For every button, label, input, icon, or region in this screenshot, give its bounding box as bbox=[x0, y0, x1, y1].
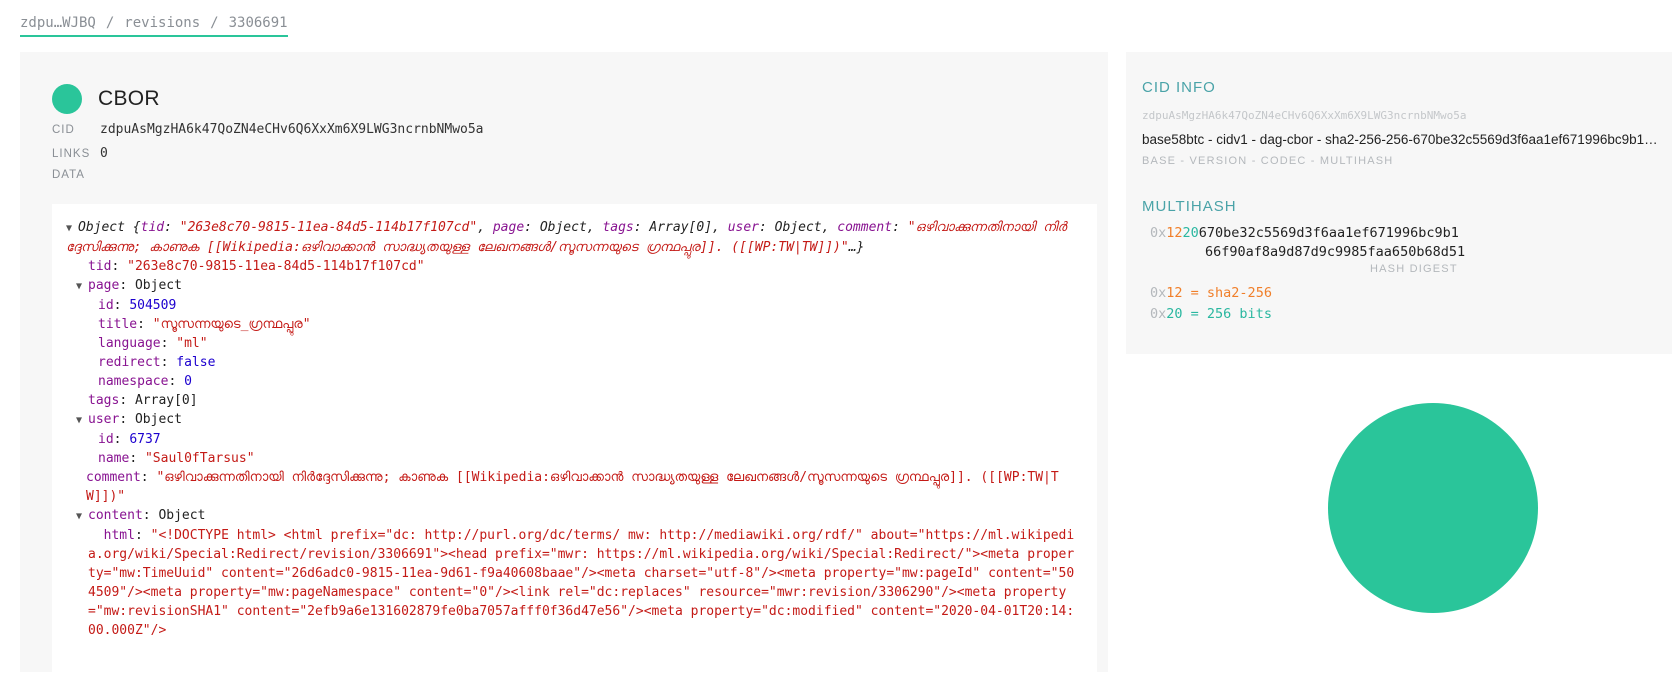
expand-arrow-icon[interactable]: ▼ bbox=[66, 219, 78, 238]
tree-comment-entry: comment: "ഒഴിവാക്കുന്നതിനായി നിർദ്ദേസിക്… bbox=[86, 470, 1059, 504]
cid-label: CID bbox=[52, 124, 75, 136]
hash-digest-caption: HASH DIGEST bbox=[1370, 263, 1458, 275]
multihash-code-row: 0x12 = sha2-256 bbox=[1150, 285, 1272, 301]
multihash-line-2: 66f90af8a9d87d9c9985faa650b68d51 bbox=[1205, 244, 1466, 260]
breadcrumb-separator: / bbox=[210, 15, 219, 31]
cid-row: CID zdpuAsMgzHA6k47QoZN4eCHv6Q6XxXm6X9LW… bbox=[52, 122, 484, 137]
codec-dot-icon bbox=[52, 84, 82, 114]
multihash-length-row: 0x20 = 256 bits bbox=[1150, 306, 1272, 322]
multihash-title: MULTIHASH bbox=[1142, 198, 1237, 215]
multihash-line-1: 0x1220670be32c5569d3f6aa1ef671996bc9b1 bbox=[1150, 225, 1459, 241]
tree-page-namespace: namespace: 0 bbox=[98, 374, 192, 389]
tree-page-title: title: "സൂസന്നയുടെ_ഗ്രന്ഥപ്പുര" bbox=[98, 317, 311, 332]
tree-tags-entry: tags: Array[0] bbox=[88, 393, 198, 408]
codec-circle-icon bbox=[1328, 403, 1538, 613]
tree-page-redirect: redirect: false bbox=[98, 355, 216, 370]
links-row: LINKS 0 bbox=[52, 146, 108, 161]
tree-root-node[interactable]: ▼ Object {tid: "263e8c70-9815-11ea-84d5-1… bbox=[66, 218, 1079, 257]
cid-info-panel: CID INFO zdpuAsMgzHA6k47QoZN4eCHv6Q6XxXm… bbox=[1126, 52, 1672, 354]
data-label: DATA bbox=[52, 169, 85, 181]
object-panel: CBOR CID zdpuAsMgzHA6k47QoZN4eCHv6Q6XxXm… bbox=[20, 52, 1108, 684]
multihash-block: 0x1220670be32c5569d3f6aa1ef671996bc9b1 6… bbox=[1150, 224, 1465, 262]
breadcrumb-separator: / bbox=[105, 15, 115, 31]
cid-info-title: CID INFO bbox=[1142, 79, 1216, 96]
expand-arrow-icon[interactable]: ▼ bbox=[76, 277, 88, 296]
tree-page-id: id: 504509 bbox=[98, 298, 177, 313]
tree-content-node[interactable]: ▼ content: Object bbox=[66, 506, 1079, 526]
cid-info-cid: zdpuAsMgzHA6k47QoZN4eCHv6Q6XxXm6X9LWG3nc… bbox=[1142, 109, 1467, 122]
tree-page-node[interactable]: ▼ page: Object bbox=[66, 276, 1079, 296]
breadcrumb-revisions-link[interactable]: revisions bbox=[124, 15, 200, 31]
cid-value: zdpuAsMgzHA6k47QoZN4eCHv6Q6XxXm6X9LWG3nc… bbox=[100, 122, 484, 137]
tree-user-name: name: "Saul0fTarsus" bbox=[98, 451, 255, 466]
codec-title: CBOR bbox=[98, 87, 160, 110]
links-value: 0 bbox=[100, 146, 108, 161]
expand-arrow-icon[interactable]: ▼ bbox=[76, 411, 88, 430]
expand-arrow-icon[interactable]: ▼ bbox=[76, 507, 88, 526]
object-header: CBOR bbox=[52, 84, 160, 114]
object-tree: ▼ Object {tid: "263e8c70-9815-11ea-84d5-1… bbox=[66, 218, 1079, 640]
breadcrumb: zdpu…WJBQ / revisions / 3306691 bbox=[20, 10, 288, 37]
tree-tid-entry: tid: "263e8c70-9815-11ea-84d5-114b17f107… bbox=[88, 259, 425, 274]
tree-user-node[interactable]: ▼ user: Object bbox=[66, 410, 1079, 430]
tree-page-language: language: "ml" bbox=[98, 336, 208, 351]
breadcrumb-underline bbox=[20, 35, 288, 37]
data-inspector: ▼ Object {tid: "263e8c70-9815-11ea-84d5-1… bbox=[52, 204, 1097, 684]
data-row: DATA bbox=[52, 169, 100, 181]
breadcrumb-root-link[interactable]: zdpu…WJBQ bbox=[20, 15, 96, 31]
tree-content-html: html: "<!DOCTYPE html> <html prefix="dc:… bbox=[88, 528, 1075, 638]
links-label: LINKS bbox=[52, 148, 91, 160]
breadcrumb-current: 3306691 bbox=[228, 15, 288, 31]
tree-user-id: id: 6737 bbox=[98, 432, 161, 447]
cid-info-caption: BASE - VERSION - CODEC - MULTIHASH bbox=[1142, 155, 1394, 167]
cid-human-readable: base58btc - cidv1 - dag-cbor - sha2-256-… bbox=[1142, 132, 1660, 147]
